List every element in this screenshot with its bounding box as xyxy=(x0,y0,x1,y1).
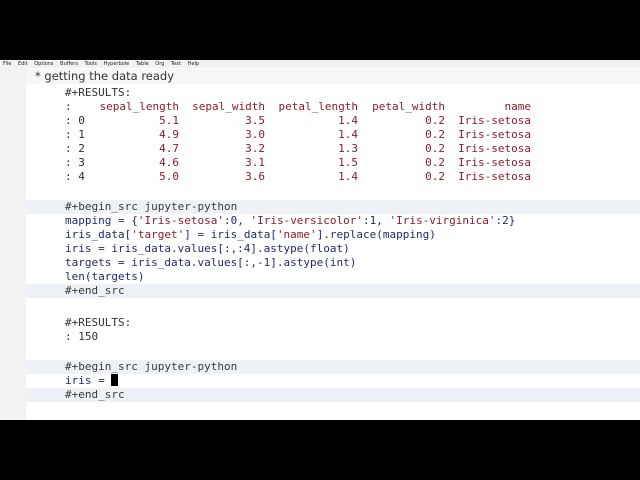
results-value: : 150 xyxy=(65,330,99,343)
cell-petal-length: 1.5 xyxy=(338,156,358,169)
menu-text[interactable]: Text xyxy=(171,61,181,67)
cell-petal-length: 1.4 xyxy=(338,114,358,127)
code-line[interactable]: mapping = {'Iris-setosa':0, 'Iris-versic… xyxy=(65,214,515,228)
cell-petal-length: 1.4 xyxy=(338,128,358,141)
cell-sepal-width: 3.5 xyxy=(245,114,265,127)
src-end-line[interactable]: #+end_src xyxy=(65,284,125,298)
cell-sepal-length: 5.0 xyxy=(159,170,179,183)
menu-bar: File Edit Options Buffers Tools Hyperbol… xyxy=(0,60,640,68)
table-header-row: : sepal_length sepal_width petal_length … xyxy=(65,100,535,114)
cell-petal-width: 0.2 xyxy=(425,142,445,155)
cell-sepal-length: 4.7 xyxy=(159,142,179,155)
code-line[interactable]: targets = iris_data.values[:,-1].astype(… xyxy=(65,256,356,270)
cell-sepal-length: 5.1 xyxy=(159,114,179,127)
cell-name: Iris-setosa xyxy=(458,156,531,169)
cell-petal-length: 1.3 xyxy=(338,142,358,155)
src-begin-line[interactable]: #+begin_src jupyter-python xyxy=(65,200,237,214)
code-line[interactable]: len(targets) xyxy=(65,270,144,284)
code-line[interactable]: iris = iris_data.values[:,:4].astype(flo… xyxy=(65,242,350,256)
header-petal-width: petal_width xyxy=(372,100,445,113)
src-end-line-2[interactable]: #+end_src xyxy=(65,388,125,402)
src-begin-line-2[interactable]: #+begin_src jupyter-python xyxy=(65,360,237,374)
header-sepal-length: sepal_length xyxy=(99,100,179,113)
table-row: : 1 4.9 3.0 1.4 0.2 Iris-setosa xyxy=(65,128,535,142)
left-fringe xyxy=(0,68,26,420)
emacs-frame: File Edit Options Buffers Tools Hyperbol… xyxy=(0,60,640,420)
header-sepal-width: sepal_width xyxy=(192,100,265,113)
table-row: : 2 4.7 3.2 1.3 0.2 Iris-setosa xyxy=(65,142,535,156)
cell-petal-width: 0.2 xyxy=(425,170,445,183)
table-row: : 0 5.1 3.5 1.4 0.2 Iris-setosa xyxy=(65,114,535,128)
org-heading[interactable]: * getting the data ready xyxy=(26,69,640,84)
cell-petal-width: 0.2 xyxy=(425,114,445,127)
cell-name: Iris-setosa xyxy=(458,114,531,127)
code-line[interactable]: iris_data['target'] = iris_data['name'].… xyxy=(65,228,436,242)
cell-name: Iris-setosa xyxy=(458,142,531,155)
cell-sepal-width: 3.0 xyxy=(245,128,265,141)
cell-sepal-width: 3.1 xyxy=(245,156,265,169)
cell-petal-length: 1.4 xyxy=(338,170,358,183)
cell-petal-width: 0.2 xyxy=(425,156,445,169)
cell-sepal-width: 3.2 xyxy=(245,142,265,155)
table-row: : 3 4.6 3.1 1.5 0.2 Iris-setosa xyxy=(65,156,535,170)
results-label: #+RESULTS: xyxy=(65,86,132,99)
text-cursor xyxy=(111,374,119,386)
menu-table[interactable]: Table xyxy=(136,61,149,67)
cell-sepal-length: 4.6 xyxy=(159,156,179,169)
menu-org[interactable]: Org xyxy=(155,61,164,67)
cell-petal-width: 0.2 xyxy=(425,128,445,141)
code-text: iris = xyxy=(65,374,112,387)
heading-text: * getting the data ready xyxy=(35,69,175,83)
menu-edit[interactable]: Edit xyxy=(18,61,28,67)
cell-name: Iris-setosa xyxy=(458,128,531,141)
cell-sepal-width: 3.6 xyxy=(245,170,265,183)
menu-options[interactable]: Options xyxy=(34,61,53,67)
menu-buffers[interactable]: Buffers xyxy=(60,61,78,67)
cell-name: Iris-setosa xyxy=(458,170,531,183)
header-name: name xyxy=(504,100,532,113)
table-row: : 4 5.0 3.6 1.4 0.2 Iris-setosa xyxy=(65,170,535,184)
code-line-editing[interactable]: iris = xyxy=(65,374,119,388)
menu-help[interactable]: Help xyxy=(188,61,199,67)
menu-hyperbole[interactable]: Hyperbole xyxy=(103,61,129,67)
header-petal-length: petal_length xyxy=(278,100,358,113)
cell-sepal-length: 4.9 xyxy=(159,128,179,141)
results-label-2: #+RESULTS: xyxy=(65,316,132,329)
menu-tools[interactable]: Tools xyxy=(85,61,97,67)
menu-file[interactable]: File xyxy=(3,61,11,67)
